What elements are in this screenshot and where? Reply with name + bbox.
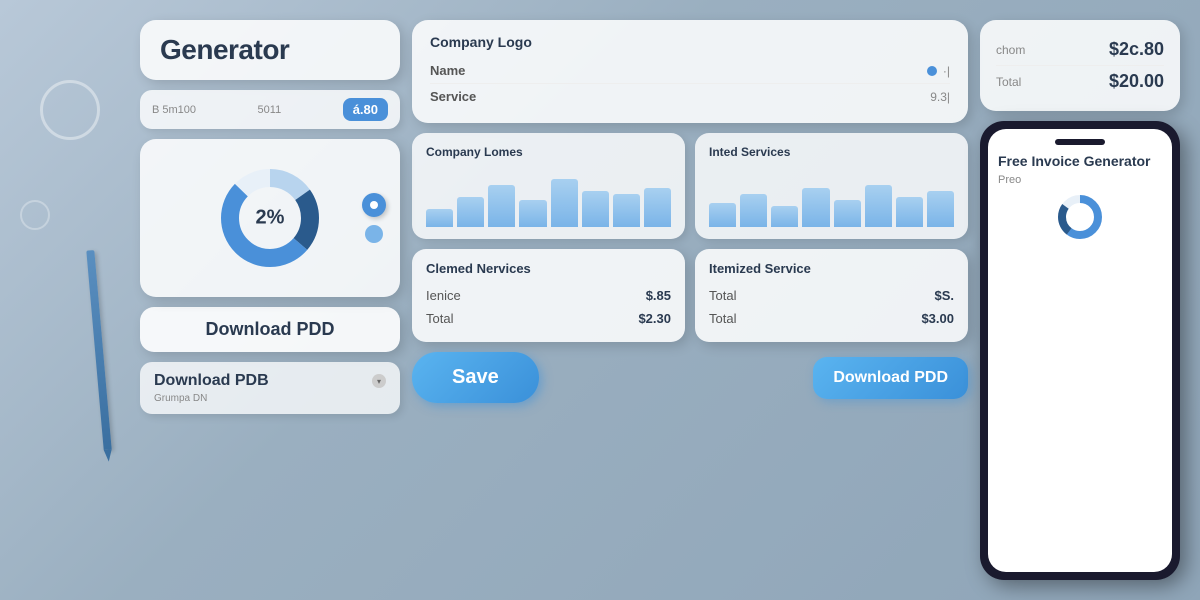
field-service-input[interactable]: 9.3| [930, 90, 950, 104]
bg-circle-small [20, 200, 50, 230]
bar-item [488, 185, 515, 227]
right-panel: chom $2c.80 Total $20.00 Free Invoice Ge… [980, 20, 1180, 580]
donut-controls [362, 193, 386, 243]
dropdown-icon[interactable]: ▾ [372, 374, 386, 388]
price-label-1: chom [996, 43, 1025, 57]
middle-panel: Company Logo Name ·| Service 9.3| Compan… [412, 20, 968, 580]
bar-item [834, 200, 861, 227]
claimed-label-2: Total [426, 311, 453, 326]
download-pdf-button[interactable]: Download PDD [813, 357, 968, 399]
claimed-services-card: Clemed Nervices Ienice $.85 Total $2.30 [412, 249, 685, 342]
download-sub-text: Grumpa DN [154, 393, 386, 404]
itemized-row-2: Total $3.00 [709, 307, 954, 330]
itemized-val-1: $S. [934, 288, 954, 303]
field-name-value: ·| [943, 64, 950, 78]
price-row-2: Total $20.00 [996, 66, 1164, 97]
bar-item [613, 194, 640, 227]
field-name-label: Name [430, 63, 465, 78]
bottom-row: Save Download PDD [412, 352, 968, 403]
bg-circle-large [40, 80, 100, 140]
field-name-input[interactable]: ·| [927, 64, 950, 78]
bar-chart-right [709, 167, 954, 227]
form-row-service: Service 9.3| [430, 84, 950, 109]
bar-item [457, 197, 484, 227]
phone-donut-svg [1055, 192, 1105, 242]
field-service-value: 9.3| [930, 90, 950, 104]
claimed-val-2: $2.30 [638, 311, 671, 326]
charts-row: Company Lomes Inted Services [412, 133, 968, 239]
itemized-label-1: Total [709, 288, 736, 303]
field-dot [927, 66, 937, 76]
phone-app-title: Free Invoice Generator [998, 153, 1162, 170]
itemized-services-title: Itemized Service [709, 261, 954, 276]
bar-item [582, 191, 609, 227]
claimed-services-title: Clemed Nervices [426, 261, 671, 276]
bar-item [709, 203, 736, 227]
claimed-row-2: Total $2.30 [426, 307, 671, 330]
download-sub-card: Download PDB ▾ Grumpa DN [140, 362, 400, 414]
download-secondary-label: Download PDB [154, 372, 269, 390]
prices-card: chom $2c.80 Total $20.00 [980, 20, 1180, 111]
bar-item [740, 194, 767, 227]
phone-subtitle: Preo [998, 174, 1162, 186]
bar-item [802, 188, 829, 227]
form-row-name: Name ·| [430, 58, 950, 84]
itemized-label-2: Total [709, 311, 736, 326]
phone-mockup: Free Invoice Generator Preo [980, 121, 1180, 580]
input-label: B 5m100 [152, 104, 196, 116]
donut-center-value: 2% [256, 207, 285, 230]
company-lomes-chart: Company Lomes [412, 133, 685, 239]
bar-chart-left [426, 167, 671, 227]
left-panel: Generator B 5m100 5011 á.80 2 [140, 20, 400, 580]
price-label-2: Total [996, 75, 1021, 89]
claimed-row-1: Ienice $.85 [426, 284, 671, 307]
inted-services-chart: Inted Services [695, 133, 968, 239]
bar-item [927, 191, 954, 227]
bar-item [426, 209, 453, 227]
price-value-1: $2c.80 [1109, 39, 1164, 60]
chart-left-title: Company Lomes [426, 145, 671, 159]
itemized-val-2: $3.00 [921, 311, 954, 326]
bar-item [551, 179, 578, 227]
bar-item [771, 206, 798, 227]
value-badge[interactable]: á.80 [343, 98, 388, 121]
bar-item [644, 188, 671, 227]
donut-wrapper: 2% [215, 163, 325, 273]
main-container: Generator B 5m100 5011 á.80 2 [140, 20, 1180, 580]
bar-item [865, 185, 892, 227]
itemized-services-card: Itemized Service Total $S. Total $3.00 [695, 249, 968, 342]
title-card: Generator [140, 20, 400, 80]
bar-item [519, 200, 546, 227]
claimed-label-1: Ienice [426, 288, 461, 303]
claimed-val-1: $.85 [646, 288, 671, 303]
donut-btn-1[interactable] [362, 193, 386, 217]
phone-screen: Free Invoice Generator Preo [988, 129, 1172, 572]
form-title: Company Logo [430, 34, 950, 50]
itemized-row-1: Total $S. [709, 284, 954, 307]
donut-chart-card: 2% [140, 139, 400, 297]
app-title: Generator [160, 34, 380, 66]
donut-btn-2[interactable] [365, 225, 383, 243]
pencil-decoration [86, 250, 111, 450]
services-row: Clemed Nervices Ienice $.85 Total $2.30 … [412, 249, 968, 342]
chart-right-title: Inted Services [709, 145, 954, 159]
price-value-2: $20.00 [1109, 71, 1164, 92]
input-row-card: B 5m100 5011 á.80 [140, 90, 400, 129]
download-pdf-primary-button[interactable]: Download PDD [140, 307, 400, 352]
phone-notch [1055, 139, 1105, 145]
bar-item [896, 197, 923, 227]
price-row-1: chom $2c.80 [996, 34, 1164, 66]
save-button[interactable]: Save [412, 352, 539, 403]
phone-donut [1055, 192, 1105, 242]
input-sub: 5011 [258, 104, 282, 116]
form-card: Company Logo Name ·| Service 9.3| [412, 20, 968, 123]
field-service-label: Service [430, 89, 476, 104]
